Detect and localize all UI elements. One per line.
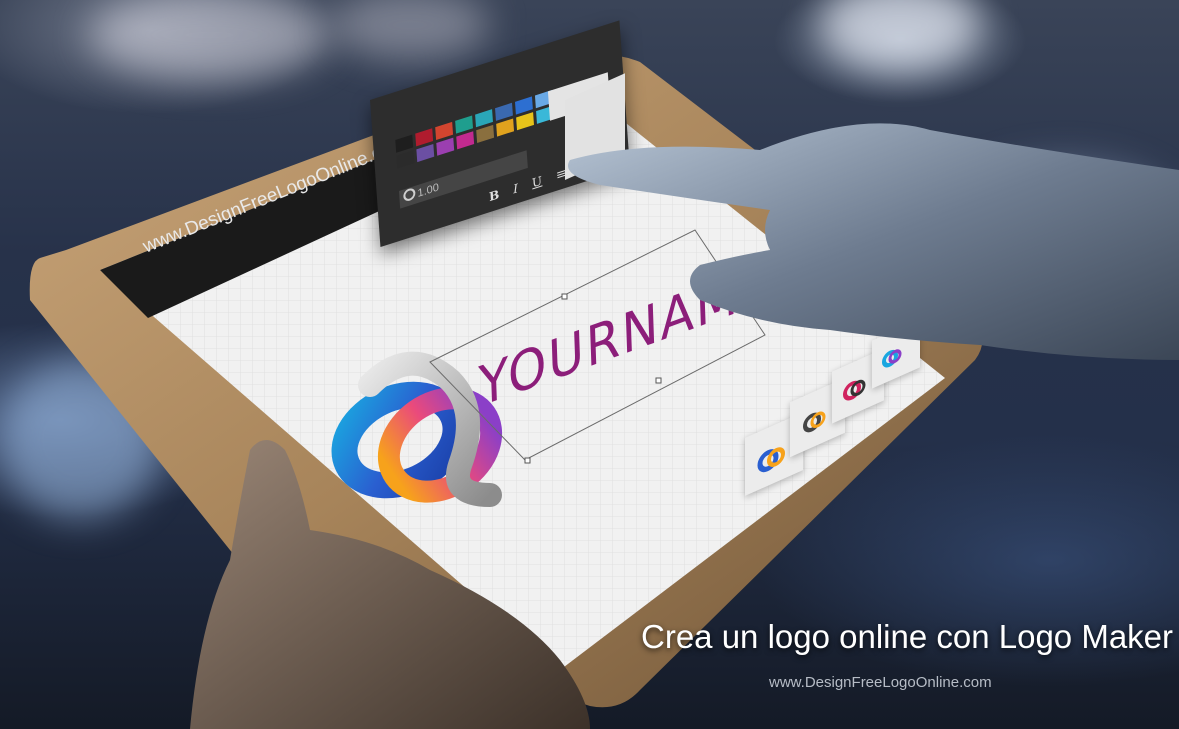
left-hand bbox=[190, 440, 590, 729]
right-hand bbox=[568, 123, 1179, 360]
promo-title: Crea un logo online con Logo Maker bbox=[641, 618, 1174, 655]
promo-url: www.DesignFreeLogoOnline.com bbox=[769, 674, 992, 691]
